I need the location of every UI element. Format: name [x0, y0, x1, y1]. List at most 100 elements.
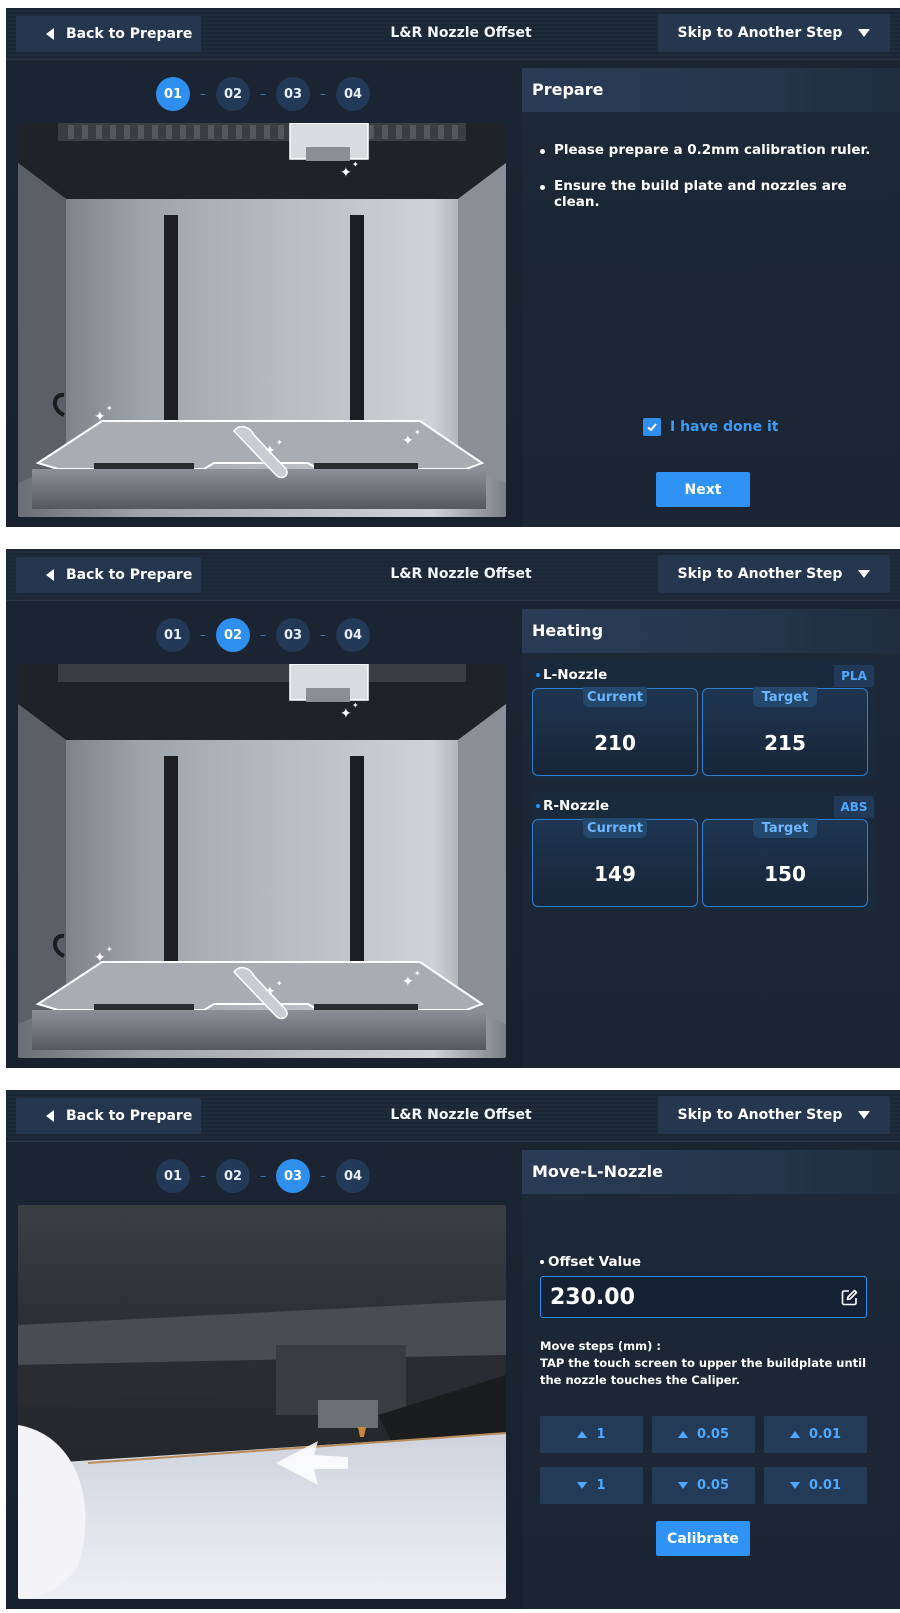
- caret-down-icon: [858, 1111, 871, 1119]
- next-button[interactable]: Next: [656, 472, 750, 507]
- step-indicator: 01 – 02 – 03 – 04: [156, 77, 372, 111]
- check-icon[interactable]: [643, 418, 661, 436]
- panel-title: Prepare: [532, 80, 604, 99]
- target-temp-value: 150: [764, 862, 806, 886]
- svg-text:✦: ✦: [414, 969, 421, 978]
- step-03[interactable]: 03: [276, 618, 310, 652]
- caret-down-icon: [858, 570, 871, 578]
- r-nozzle-card: R-Nozzle ABS Current 149 Target 150: [532, 792, 876, 910]
- step-04[interactable]: 04: [336, 1159, 370, 1193]
- right-panel: Move-L-Nozzle Offset Value 230.00 Move s…: [522, 1150, 900, 1609]
- top-bar: Back to Prepare L&R Nozzle Offset Skip t…: [6, 8, 900, 60]
- move-down-1-button[interactable]: 1: [540, 1467, 643, 1504]
- panel-title: Move-L-Nozzle: [532, 1162, 664, 1181]
- svg-text:✦: ✦: [106, 945, 113, 954]
- screen-move-l-nozzle: Back to Prepare L&R Nozzle Offset Skip t…: [6, 1090, 900, 1609]
- step-04[interactable]: 04: [336, 77, 370, 111]
- nozzle-name: R-Nozzle: [536, 798, 609, 814]
- skip-to-another-step-button[interactable]: Skip to Another Step: [658, 1096, 890, 1134]
- panel-header: Move-L-Nozzle: [522, 1150, 900, 1194]
- done-checkbox[interactable]: I have done it: [643, 418, 778, 436]
- caret-down-icon: [858, 29, 871, 37]
- caret-up-icon: [577, 1431, 588, 1438]
- skip-to-another-step-button[interactable]: Skip to Another Step: [658, 14, 890, 52]
- move-down-0.01-button[interactable]: 0.01: [764, 1467, 867, 1504]
- svg-text:✦: ✦: [264, 443, 276, 459]
- screen-prepare: Back to Prepare L&R Nozzle Offset Skip t…: [6, 8, 900, 527]
- right-panel: Heating L-Nozzle PLA Current 210 Target …: [522, 609, 900, 1068]
- step-separator: –: [260, 1169, 266, 1183]
- calibrate-button[interactable]: Calibrate: [656, 1521, 750, 1556]
- step-separator: –: [320, 628, 326, 642]
- step-separator: –: [200, 628, 206, 642]
- step-separator: –: [200, 87, 206, 101]
- svg-text:✦: ✦: [264, 984, 276, 1000]
- target-temp-box[interactable]: Target 150: [702, 818, 868, 907]
- printer-chamber-image: ✦ ✦ ✦ ✦ ✦ ✦ ✦ ✦: [18, 664, 506, 1058]
- nozzle-name: L-Nozzle: [536, 667, 607, 683]
- current-temp-box: Current 210: [532, 687, 698, 776]
- step-01[interactable]: 01: [156, 77, 190, 111]
- svg-text:✦: ✦: [402, 974, 414, 990]
- instruction-list: Please prepare a 0.2mm calibration ruler…: [540, 142, 890, 230]
- back-to-prepare-button[interactable]: Back to Prepare: [16, 1098, 201, 1134]
- step-03[interactable]: 03: [276, 77, 310, 111]
- panel-header: Heating: [522, 609, 900, 653]
- l-nozzle-card: L-Nozzle PLA Current 210 Target 215: [532, 661, 876, 779]
- step-separator: –: [320, 87, 326, 101]
- caret-down-icon: [789, 1482, 800, 1489]
- step-separator: –: [200, 1169, 206, 1183]
- page-title: L&R Nozzle Offset: [390, 566, 532, 582]
- step-01[interactable]: 01: [156, 618, 190, 652]
- back-to-prepare-button[interactable]: Back to Prepare: [16, 557, 201, 593]
- move-up-0.05-button[interactable]: 0.05: [652, 1416, 755, 1453]
- current-temp-value: 210: [594, 731, 636, 755]
- caret-left-icon: [46, 28, 54, 40]
- svg-text:✦: ✦: [352, 160, 359, 169]
- target-temp-value: 215: [764, 731, 806, 755]
- right-panel: Prepare Please prepare a 0.2mm calibrati…: [522, 68, 900, 527]
- panel-header: Prepare: [522, 68, 900, 112]
- skip-to-another-step-button[interactable]: Skip to Another Step: [658, 555, 890, 593]
- panel-title: Heating: [532, 621, 604, 640]
- caret-left-icon: [46, 1110, 54, 1122]
- svg-text:✦: ✦: [414, 428, 421, 437]
- svg-text:✦: ✦: [340, 165, 352, 181]
- step-02[interactable]: 02: [216, 1159, 250, 1193]
- back-to-prepare-button[interactable]: Back to Prepare: [16, 16, 201, 52]
- step-03[interactable]: 03: [276, 1159, 310, 1193]
- nozzle-closeup-image: [18, 1205, 506, 1599]
- svg-text:✦: ✦: [352, 701, 359, 710]
- step-04[interactable]: 04: [336, 618, 370, 652]
- step-indicator: 01 – 02 – 03 – 04: [156, 1159, 372, 1193]
- step-separator: –: [260, 628, 266, 642]
- edit-icon[interactable]: [841, 1289, 858, 1310]
- move-up-0.01-button[interactable]: 0.01: [764, 1416, 867, 1453]
- caret-down-icon: [577, 1482, 588, 1489]
- svg-text:✦: ✦: [340, 706, 352, 722]
- caret-up-icon: [789, 1431, 800, 1438]
- page-title: L&R Nozzle Offset: [390, 25, 532, 41]
- offset-value-field[interactable]: 230.00: [540, 1276, 867, 1318]
- step-01[interactable]: 01: [156, 1159, 190, 1193]
- current-temp-value: 149: [594, 862, 636, 886]
- move-up-1-button[interactable]: 1: [540, 1416, 643, 1453]
- svg-text:✦: ✦: [276, 979, 283, 988]
- move-down-0.05-button[interactable]: 0.05: [652, 1467, 755, 1504]
- screen-heating: Back to Prepare L&R Nozzle Offset Skip t…: [6, 549, 900, 1068]
- current-temp-box: Current 149: [532, 818, 698, 907]
- svg-text:✦: ✦: [94, 950, 106, 966]
- svg-text:✦: ✦: [276, 438, 283, 447]
- svg-text:✦: ✦: [94, 409, 106, 425]
- material-badge: ABS: [834, 796, 874, 818]
- step-02[interactable]: 02: [216, 618, 250, 652]
- material-badge: PLA: [834, 665, 874, 687]
- step-02[interactable]: 02: [216, 77, 250, 111]
- top-bar: Back to Prepare L&R Nozzle Offset Skip t…: [6, 1090, 900, 1142]
- caret-up-icon: [677, 1431, 688, 1438]
- target-temp-box[interactable]: Target 215: [702, 687, 868, 776]
- step-separator: –: [320, 1169, 326, 1183]
- step-indicator: 01 – 02 – 03 – 04: [156, 618, 372, 652]
- svg-text:✦: ✦: [106, 404, 113, 413]
- step-separator: –: [260, 87, 266, 101]
